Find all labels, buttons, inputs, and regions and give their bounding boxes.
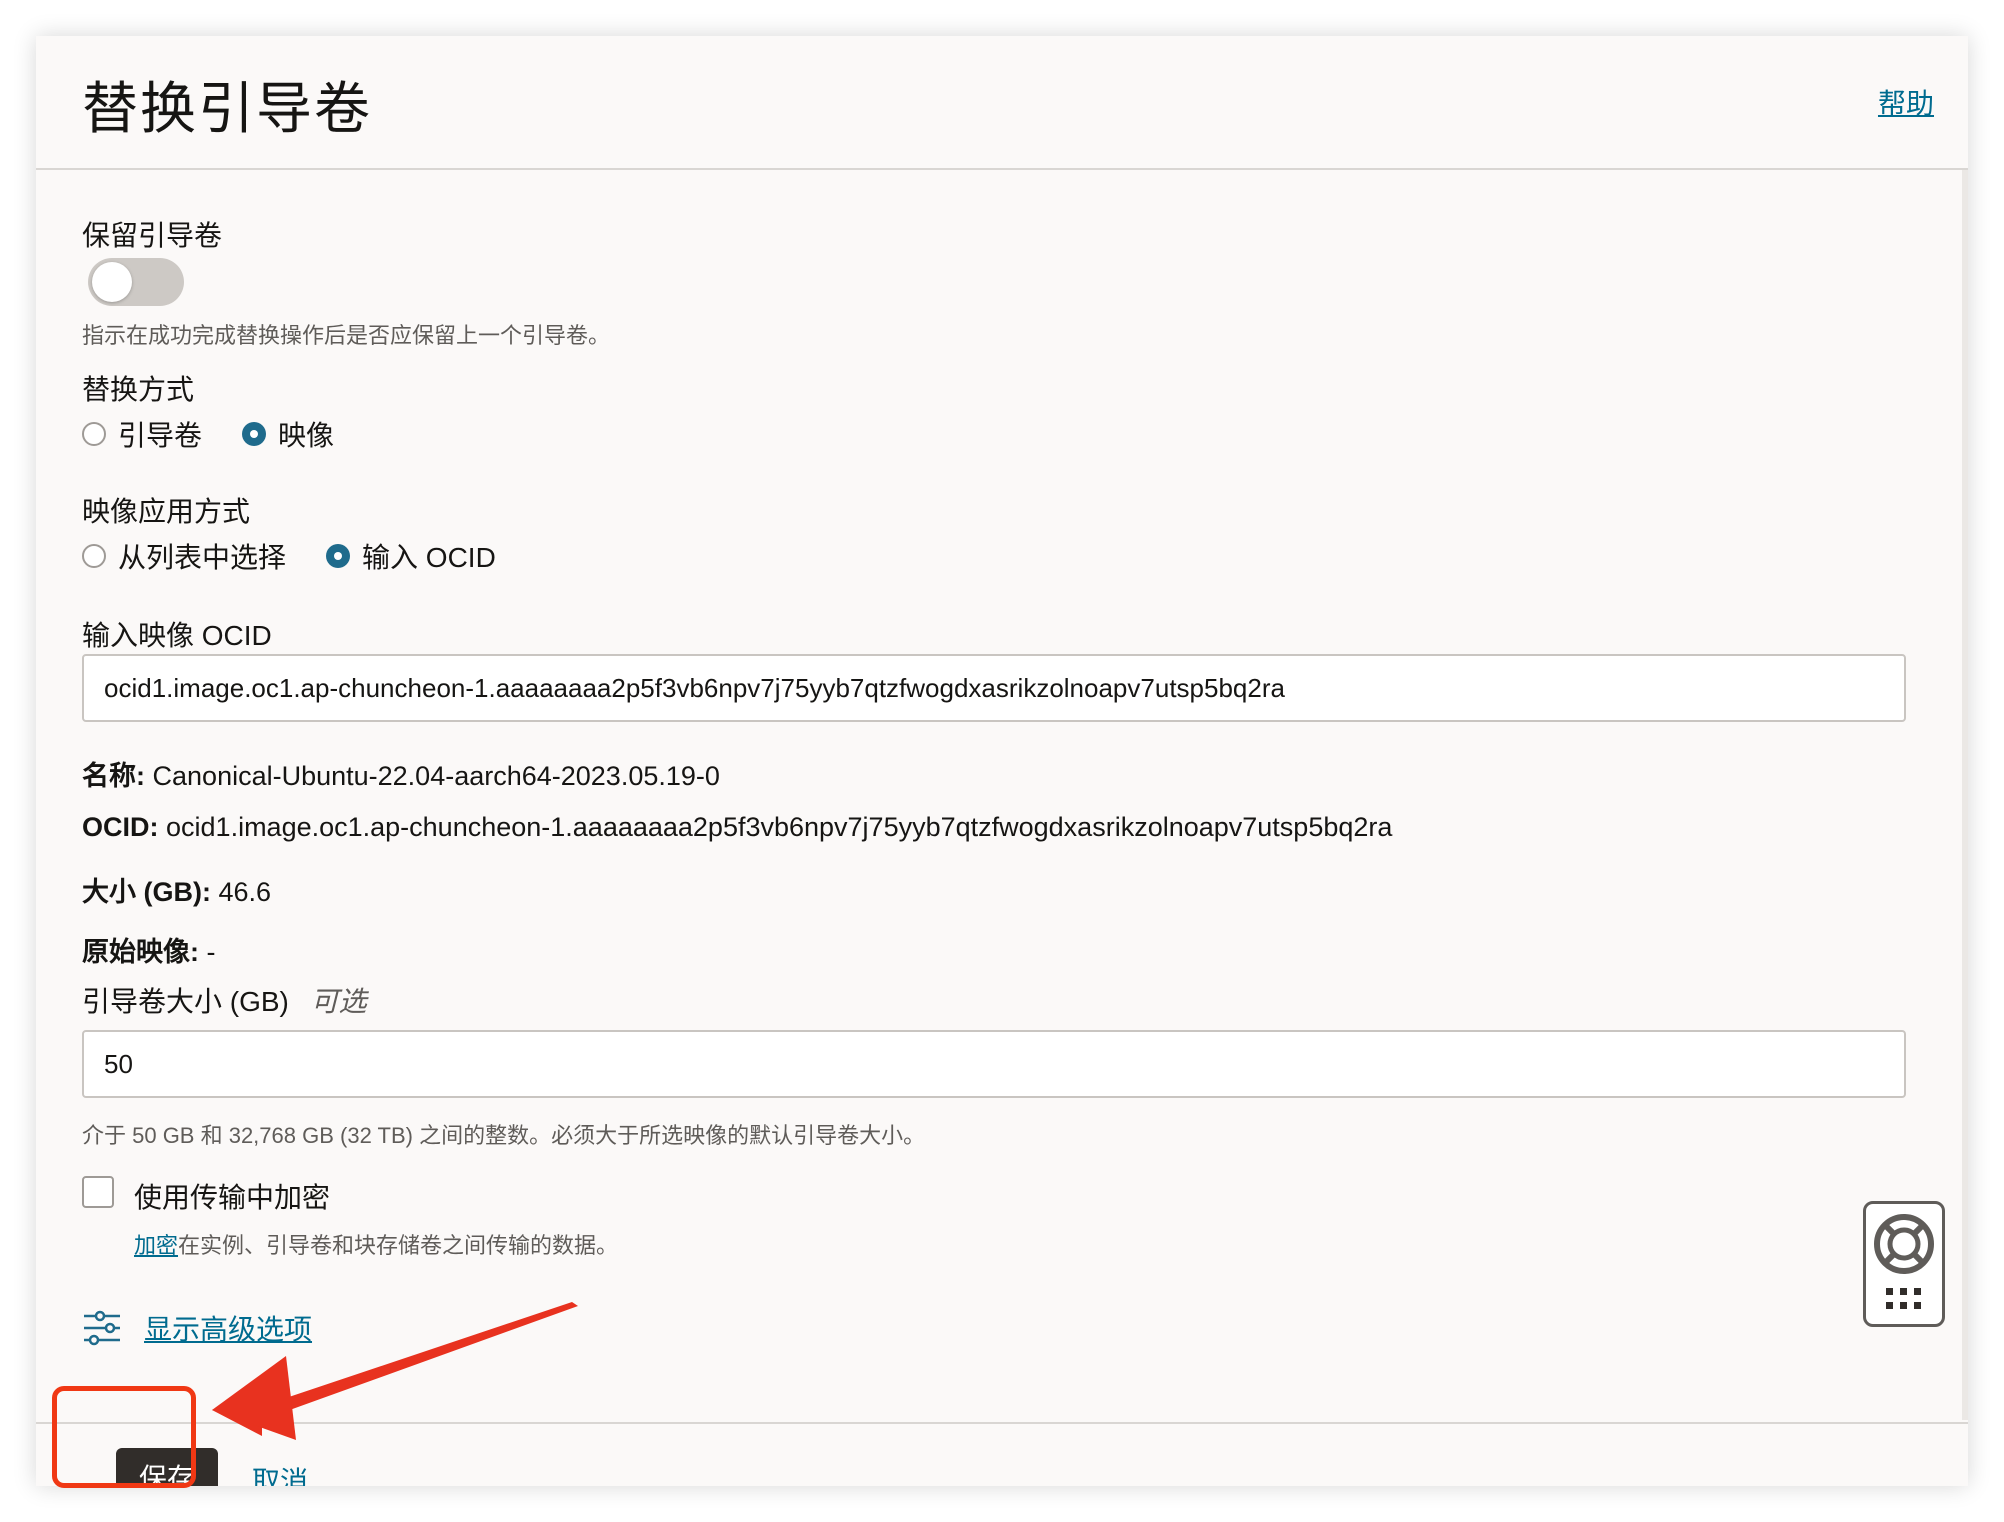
scrollbar[interactable] [1962, 170, 1968, 1420]
radio-select-from-list[interactable]: 从列表中选择 [82, 536, 286, 576]
help-link[interactable]: 帮助 [1878, 82, 1934, 122]
replace-by-radio-group: 引导卷 映像 [82, 414, 374, 454]
boot-volume-size-label: 引导卷大小 (GB) 可选 [82, 980, 367, 1020]
preserve-boot-volume-toggle[interactable] [88, 258, 184, 306]
panel-footer [36, 1422, 1968, 1486]
image-ocid-row: OCID: ocid1.image.oc1.ap-chuncheon-1.aaa… [82, 812, 1392, 843]
image-name-key: 名称: [82, 761, 145, 791]
preserve-hint: 指示在成功完成替换操作后是否应保留上一个引导卷。 [82, 323, 611, 348]
radio-enter-ocid[interactable]: 输入 OCID [326, 536, 496, 576]
image-name-row: 名称: Canonical-Ubuntu-22.04-aarch64-2023.… [82, 754, 720, 793]
lifebuoy-icon [1874, 1214, 1934, 1309]
origin-image-key: 原始映像: [82, 937, 199, 967]
radio-label: 从列表中选择 [118, 542, 287, 573]
encryption-hint-text: 在实例、引导卷和块存储卷之间传输的数据。 [178, 1233, 619, 1258]
image-ocid-input[interactable] [82, 654, 1906, 722]
replace-boot-volume-panel: 替换引导卷 帮助 保留引导卷 指示在成功完成替换操作后是否应保留上一个引导卷。 … [36, 36, 1968, 1486]
radio-selected-icon [242, 422, 267, 446]
encryption-hint: 加密在实例、引导卷和块存储卷之间传输的数据。 [134, 1228, 618, 1260]
support-widget-button[interactable] [1863, 1201, 1945, 1327]
boot-volume-size-input[interactable] [82, 1030, 1906, 1098]
panel-header: 替换引导卷 帮助 [36, 36, 1968, 170]
radio-boot-volume[interactable]: 引导卷 [82, 414, 202, 454]
preserve-boot-volume-label: 保留引导卷 [82, 220, 223, 251]
toggle-knob [92, 262, 132, 302]
image-size-key: 大小 (GB): [82, 877, 211, 907]
in-transit-encryption-label: 使用传输中加密 [134, 1182, 331, 1213]
sliders-icon [84, 1310, 120, 1346]
radio-image[interactable]: 映像 [242, 414, 334, 454]
optional-tag: 可选 [310, 986, 367, 1017]
replace-by-label: 替换方式 [82, 374, 195, 405]
image-apply-label: 映像应用方式 [82, 496, 251, 527]
image-name-value: Canonical-Ubuntu-22.04-aarch64-2023.05.1… [152, 761, 720, 791]
encryption-link[interactable]: 加密 [134, 1233, 178, 1258]
origin-image-value: - [206, 937, 216, 967]
image-ocid-label: 输入映像 OCID [82, 620, 272, 651]
radio-label: 引导卷 [118, 420, 203, 451]
image-ocid-key: OCID: [82, 812, 159, 842]
in-transit-encryption-checkbox[interactable] [82, 1176, 114, 1208]
boot-volume-size-hint: 介于 50 GB 和 32,768 GB (32 TB) 之间的整数。必须大于所… [82, 1123, 926, 1148]
origin-image-row: 原始映像: - [82, 930, 216, 969]
image-apply-radio-group: 从列表中选择 输入 OCID [82, 536, 536, 576]
radio-unselected-icon [82, 544, 106, 568]
image-ocid-value: ocid1.image.oc1.ap-chuncheon-1.aaaaaaaa2… [166, 812, 1393, 842]
cancel-link[interactable]: 取消 [252, 1460, 308, 1486]
radio-label: 输入 OCID [362, 542, 496, 573]
image-size-value: 46.6 [218, 877, 272, 907]
show-advanced-options-label: 显示高级选项 [144, 1314, 313, 1345]
save-highlight-box [52, 1386, 196, 1488]
image-size-row: 大小 (GB): 46.6 [82, 870, 271, 909]
radio-selected-icon [326, 544, 351, 568]
page-title: 替换引导卷 [82, 77, 372, 140]
show-advanced-options[interactable]: 显示高级选项 [82, 1308, 312, 1348]
radio-label: 映像 [278, 420, 335, 451]
boot-volume-size-text: 引导卷大小 (GB) [82, 986, 289, 1017]
radio-unselected-icon [82, 422, 106, 446]
